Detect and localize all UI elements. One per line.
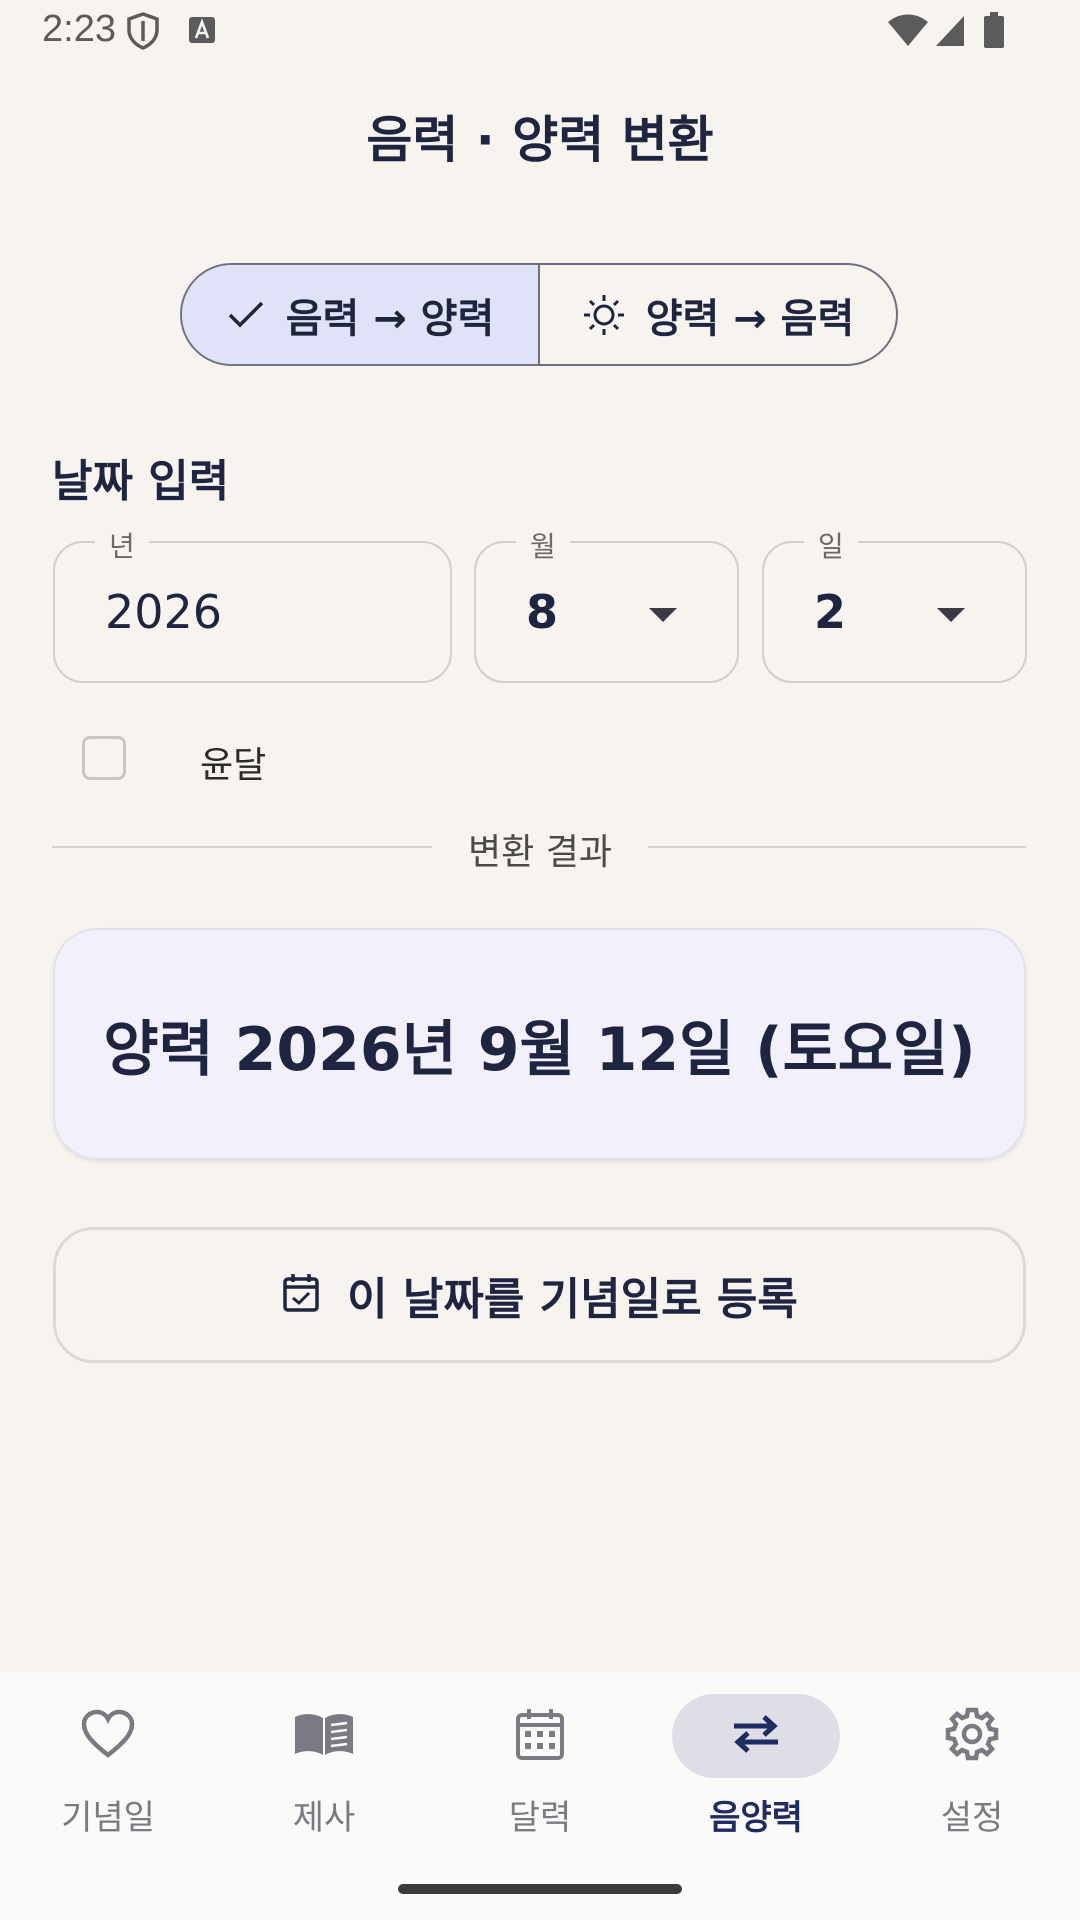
shield-icon [126,12,160,54]
day-value: 2 [814,585,847,639]
nav-item-calendar[interactable]: 달력 [432,1694,648,1864]
gear-icon [945,1707,999,1765]
calendar-check-icon [281,1272,321,1318]
calendar-icon [515,1707,565,1765]
nav-label-anniversary: 기념일 [61,1798,155,1838]
dropdown-arrow-icon [649,608,677,622]
signal-icon [934,14,966,52]
home-indicator[interactable] [398,1884,682,1894]
nav-icon-container [672,1694,840,1778]
day-select[interactable]: 일 2 [762,525,1027,683]
year-value: 2026 [105,585,223,639]
sun-icon [582,293,626,337]
app-screen: 2:23 음력 · 양력 변환 음력 → 양력 양력 → 음력 날짜 입력 년 … [0,0,1080,1920]
nav-label-lunar-solar: 음양력 [709,1798,803,1838]
year-field-label: 년 [95,525,149,565]
solar-to-lunar-label: 양력 → 음력 [645,295,855,342]
leap-month-checkbox[interactable] [82,736,126,780]
nav-label-memorial: 제사 [292,1798,356,1838]
status-time: 2:23 [42,8,116,50]
check-icon [226,299,266,331]
keyboard-a-icon [188,16,216,50]
nav-icon-container [240,1694,408,1778]
swap-icon [730,1714,782,1758]
nav-item-anniversary[interactable]: 기념일 [0,1694,216,1864]
battery-icon [984,12,1004,52]
nav-item-lunar-solar[interactable]: 음양력 [648,1694,864,1864]
month-field-label: 월 [516,525,570,565]
wifi-icon [888,14,928,52]
result-card: 양력 2026년 9월 12일 (토요일) [53,928,1026,1160]
page-title: 음력 · 양력 변환 [366,111,714,169]
solar-to-lunar-option[interactable]: 양력 → 음력 [540,265,896,364]
register-anniversary-button[interactable]: 이 날짜를 기념일로 등록 [53,1227,1026,1363]
nav-item-settings[interactable]: 설정 [864,1694,1080,1864]
year-field[interactable]: 년 2026 [53,525,452,683]
leap-month-label[interactable]: 윤달 [200,736,266,788]
bottom-navigation: 기념일 제사 달력 음양력 설정 [0,1672,1080,1920]
nav-icon-container [24,1694,192,1778]
book-icon [293,1711,355,1761]
day-field-label: 일 [804,525,858,565]
lunar-to-solar-option[interactable]: 음력 → 양력 [182,265,540,364]
nav-label-calendar: 달력 [508,1798,572,1838]
month-select[interactable]: 월 8 [474,525,739,683]
date-input-heading: 날짜 입력 [52,456,230,507]
conversion-mode-toggle: 음력 → 양력 양력 → 음력 [180,263,898,366]
nav-icon-container [888,1694,1056,1778]
result-divider-label: 변환 결과 [468,832,612,873]
nav-icon-container [456,1694,624,1778]
dropdown-arrow-icon [937,608,965,622]
status-bar: 2:23 [0,0,1080,62]
nav-item-memorial[interactable]: 제사 [216,1694,432,1864]
result-text: 양력 2026년 9월 12일 (토요일) [103,1014,976,1085]
nav-label-settings: 설정 [940,1798,1004,1838]
heart-icon [80,1709,136,1763]
register-button-label: 이 날짜를 기념일로 등록 [347,1274,798,1325]
month-value: 8 [526,585,559,639]
lunar-to-solar-label: 음력 → 양력 [285,295,495,342]
